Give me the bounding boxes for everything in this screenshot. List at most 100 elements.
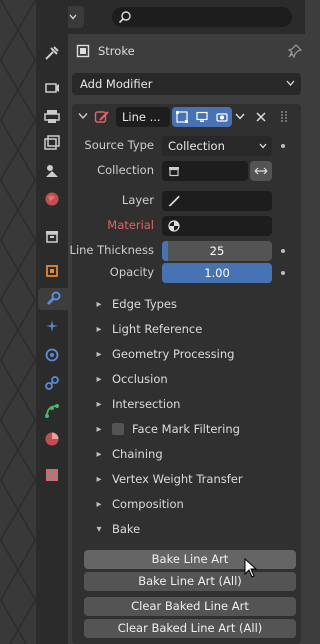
subpanel-composition[interactable]: ▸ Composition [94,494,184,514]
chevron-right-icon: ▸ [96,348,102,360]
search-icon [118,10,132,24]
object-tab-icon[interactable] [40,260,64,282]
face-mark-filtering-checkbox[interactable] [112,423,124,435]
modifier-header: Line ... [72,104,301,130]
line-art-modifier-icon [94,109,110,125]
keyframe-dot[interactable] [281,271,285,275]
subpanel-label: Occlusion [112,372,168,386]
opacity-slider[interactable]: 1.00 [162,263,272,283]
subpanel-label: Chaining [112,447,163,461]
subpanel-bake[interactable]: ▾ Bake [94,519,140,539]
mouse-cursor-icon [244,558,258,578]
chevron-right-icon: ▸ [96,473,102,485]
source-type-label: Source Type [84,138,154,152]
line-art-modifier-panel: Line ... Source Type Collection Collecti… [69,104,301,644]
layer-field[interactable] [162,191,272,211]
subpanel-chaining[interactable]: ▸ Chaining [94,444,163,464]
monitor-icon [196,111,208,123]
subpanel-geometry-processing[interactable]: ▸ Geometry Processing [94,344,234,364]
pin-icon[interactable] [288,44,302,58]
texture-tab-icon[interactable] [40,464,64,486]
layer-label: Layer [121,193,154,207]
physics-tab-icon[interactable] [40,344,64,366]
subpanel-vertex-weight-transfer[interactable]: ▸ Vertex Weight Transfer [94,469,243,489]
line-thickness-label: Line Thickness [69,243,154,257]
swap-button[interactable] [250,161,272,181]
subpanel-label: Light Reference [112,322,203,336]
close-icon[interactable] [256,112,266,122]
swap-arrows-icon [254,166,268,176]
material-field[interactable] [162,216,272,236]
clear-baked-line-art-all-button[interactable]: Clear Baked Line Art (All) [84,619,296,638]
tool-tab-icon[interactable] [40,42,64,64]
add-modifier-label: Add Modifier [80,77,153,91]
view-layer-tab-icon[interactable] [40,132,64,154]
subpanel-edge-types[interactable]: ▸ Edge Types [94,294,177,314]
panel-title: Stroke [98,44,135,58]
subpanel-intersection[interactable]: ▸ Intersection [94,394,180,414]
collapse-chevron-icon[interactable] [78,112,88,120]
subpanel-label: Bake [112,522,141,536]
opacity-value: 1.00 [204,266,230,280]
clear-baked-line-art-button[interactable]: Clear Baked Line Art [84,597,296,616]
chevron-right-icon: ▸ [96,298,102,310]
keyframe-dot[interactable] [281,249,285,253]
search-input[interactable] [112,7,292,27]
camera-icon [216,111,228,123]
subpanel-label: Face Mark Filtering [132,422,240,436]
properties-tabs [36,0,68,644]
material-sphere-icon [168,220,180,232]
collection-label: Collection [97,163,154,177]
line-thickness-value: 25 [209,244,225,258]
effects-tab-icon[interactable] [40,316,64,338]
render-tab-icon[interactable] [40,76,64,98]
collection-field[interactable] [162,161,248,181]
render-toggle[interactable] [212,107,232,127]
edit-mode-icon [176,111,188,123]
scene-tab-icon[interactable] [40,160,64,182]
subpanel-label: Edge Types [112,297,178,311]
chevron-down-icon[interactable] [235,113,245,120]
collection-tab-icon[interactable] [40,225,64,247]
drag-handle-icon[interactable] [280,110,290,124]
opacity-label: Opacity [109,265,154,279]
bake-line-art-button[interactable]: Bake Line Art [84,550,296,569]
subpanel-label: Composition [112,497,184,511]
data-tab-icon[interactable] [40,400,64,422]
chevron-right-icon: ▸ [96,373,102,385]
subpanel-occlusion[interactable]: ▸ Occlusion [94,369,168,389]
stroke-object-icon [76,44,90,58]
source-type-value: Collection [168,139,225,153]
modifier-properties-panel: Stroke Add Modifier Line ... Source Type… [68,34,305,644]
material-label: Material [107,218,154,232]
source-type-dropdown[interactable]: Collection [162,136,272,156]
chevron-down-icon [286,80,295,86]
chevron-down-icon [259,143,267,149]
line-thickness-slider[interactable]: 25 [162,241,272,261]
line-thickness-fill [162,241,168,261]
constraints-tab-icon[interactable] [40,372,64,394]
keyframe-dot[interactable] [281,144,285,148]
modifier-tab-icon[interactable] [38,288,68,310]
panel-title-row: Stroke [76,40,302,62]
chevron-right-icon: ▸ [96,498,102,510]
material-tab-icon[interactable] [40,428,64,450]
output-tab-icon[interactable] [40,105,64,127]
modifier-name-field[interactable]: Line ... [116,107,170,127]
chevron-right-icon: ▸ [96,448,102,460]
subpanel-label: Intersection [112,397,181,411]
pencil-icon [168,195,180,207]
edit-mode-toggle[interactable] [172,107,192,127]
chevron-right-icon: ▸ [96,398,102,410]
subpanel-light-reference[interactable]: ▸ Light Reference [94,319,202,339]
subpanel-label: Vertex Weight Transfer [112,472,243,486]
viewport-display-toggle[interactable] [192,107,212,127]
bake-line-art-all-button[interactable]: Bake Line Art (All) [84,572,296,591]
world-tab-icon[interactable] [40,188,64,210]
properties-header [36,0,305,34]
subpanel-face-mark-filtering[interactable]: ▸ Face Mark Filtering [94,419,240,439]
add-modifier-dropdown[interactable]: Add Modifier [72,73,301,95]
chevron-right-icon: ▸ [96,323,102,335]
chevron-right-icon: ▸ [96,423,102,435]
subpanel-label: Geometry Processing [112,347,235,361]
